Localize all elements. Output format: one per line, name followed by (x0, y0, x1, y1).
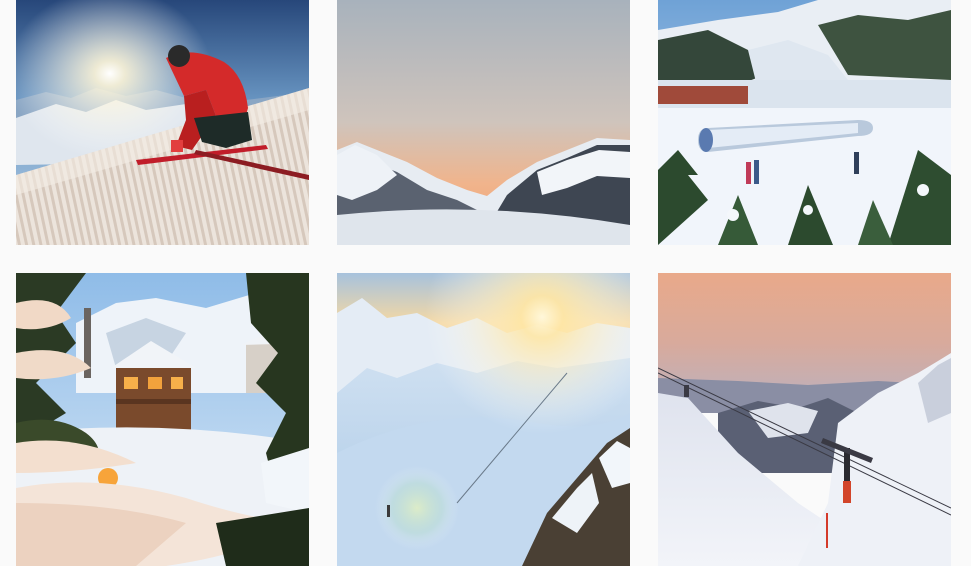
post-thumbnail-5[interactable] (337, 273, 630, 566)
chalet-photo (16, 273, 309, 566)
sunny-slopes-photo (337, 273, 630, 566)
chairlift-photo (658, 273, 951, 566)
ski-resort-photo (658, 0, 951, 245)
post-thumbnail-1[interactable] (16, 0, 309, 245)
post-thumbnail-6[interactable] (658, 273, 951, 566)
post-thumbnail-3[interactable] (658, 0, 951, 245)
skier-photo (16, 0, 309, 245)
post-thumbnail-2[interactable] (337, 0, 630, 245)
post-thumbnail-4[interactable] (16, 273, 309, 566)
mountain-dusk-photo (337, 0, 630, 245)
